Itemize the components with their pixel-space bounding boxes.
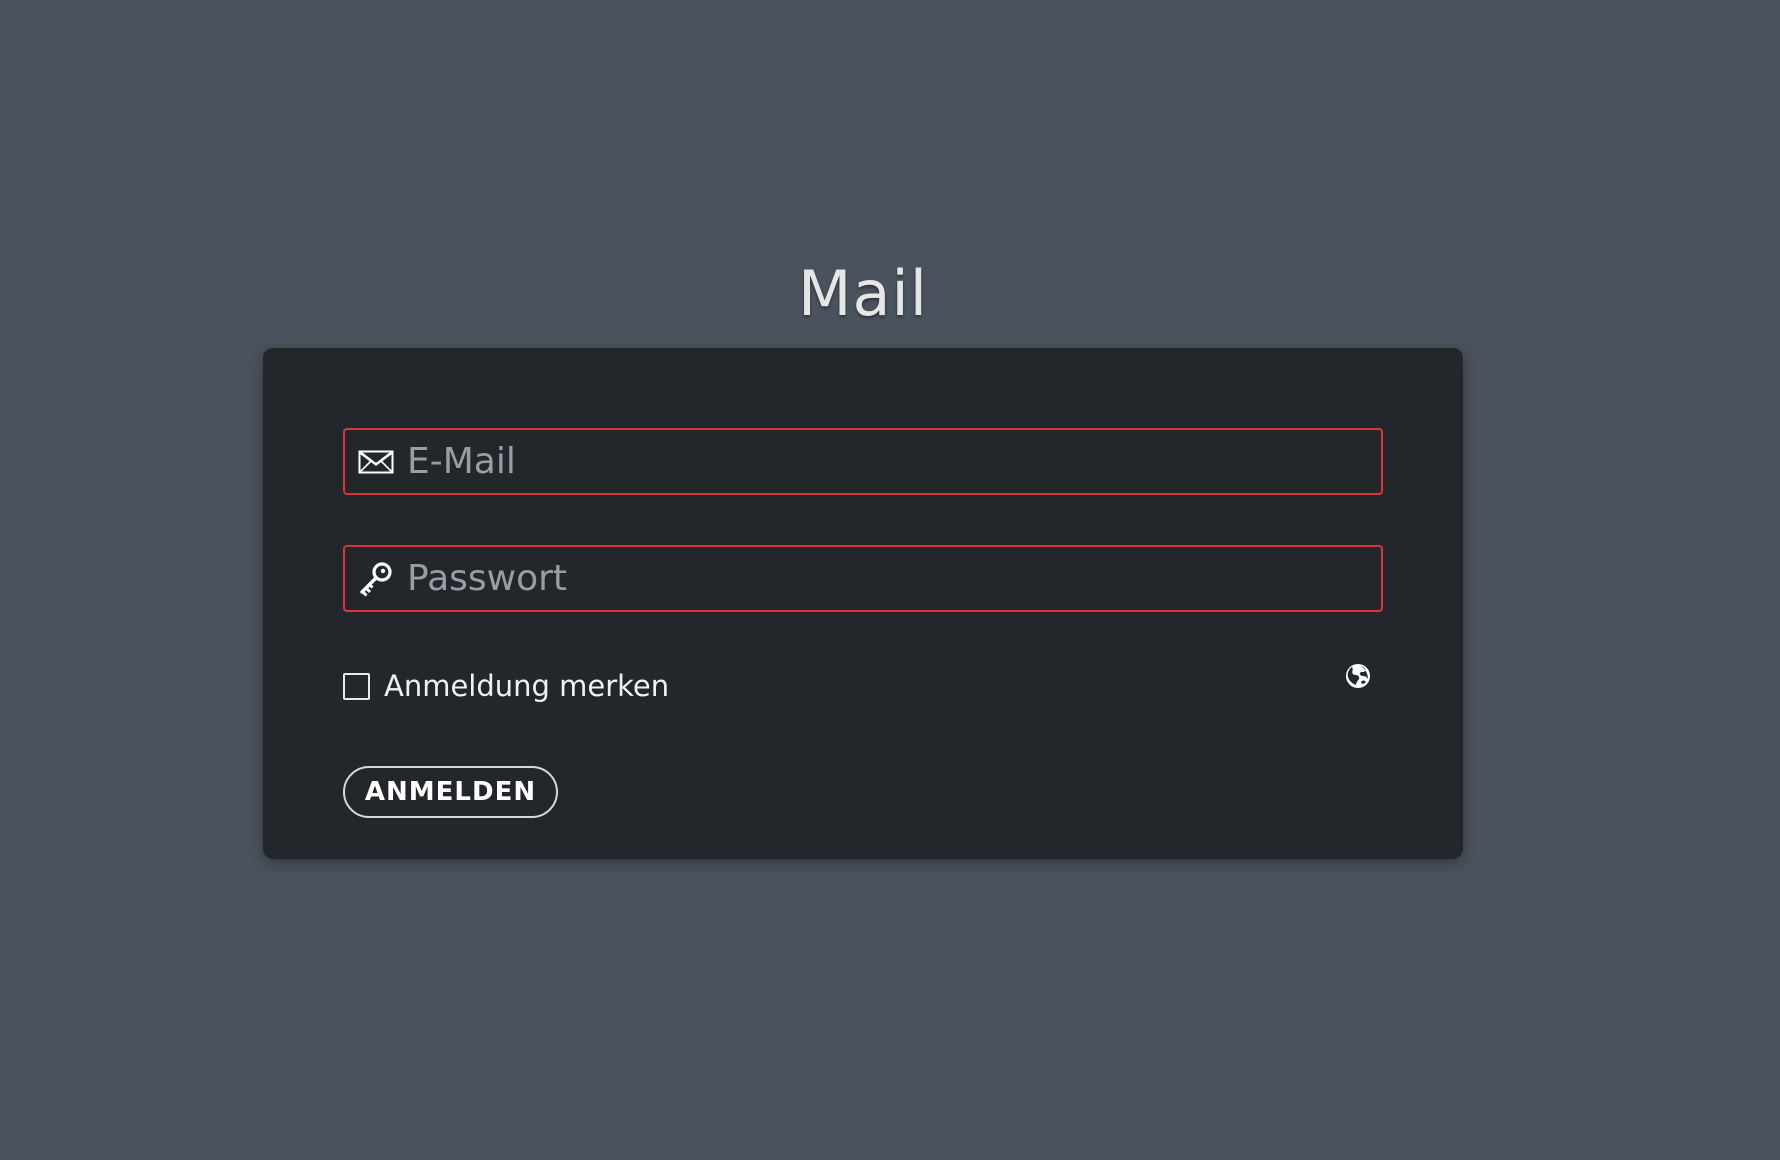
login-page: Mail E-Mail Anmeldung merken ANMELDEN xyxy=(0,0,1780,1160)
envelope-icon xyxy=(345,430,407,493)
email-field[interactable] xyxy=(343,428,1383,495)
remember-label: Anmeldung merken xyxy=(384,669,670,703)
remember-checkbox[interactable] xyxy=(343,672,370,700)
app-title: Mail xyxy=(798,257,928,330)
language-button[interactable] xyxy=(1343,663,1373,693)
login-button[interactable]: ANMELDEN xyxy=(343,766,558,818)
password-field[interactable] xyxy=(343,545,1383,612)
password-input[interactable] xyxy=(407,547,1381,610)
email-input[interactable] xyxy=(407,430,1381,493)
remember-login[interactable]: Anmeldung merken xyxy=(343,666,669,706)
globe-icon xyxy=(1344,662,1372,694)
login-card: Anmeldung merken ANMELDEN xyxy=(263,348,1463,859)
key-icon xyxy=(345,547,407,610)
